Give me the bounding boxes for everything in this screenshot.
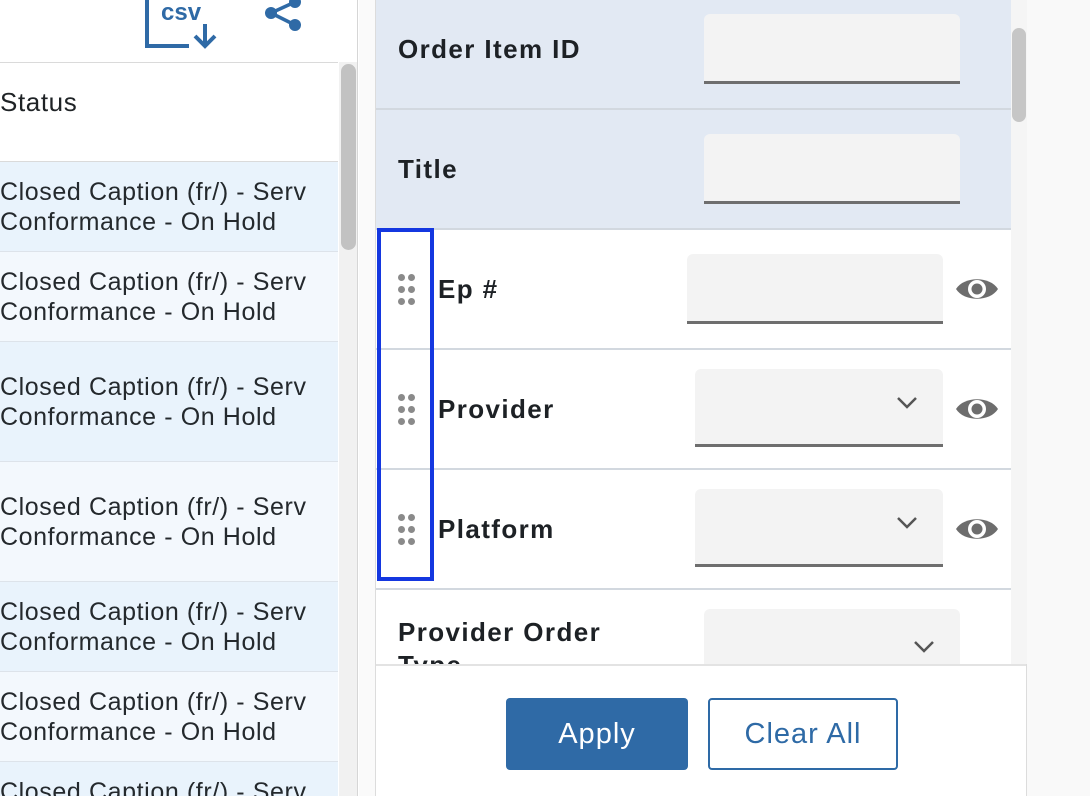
table-row[interactable]: Closed Caption (fr/) - Serv Conformance … bbox=[0, 342, 338, 462]
filter-label: Order Item ID bbox=[398, 34, 581, 64]
filter-row-title: Title bbox=[376, 110, 1011, 230]
table-row[interactable]: Closed Caption (fr/) - Serv Conformance … bbox=[0, 162, 338, 252]
chevron-down-icon bbox=[897, 517, 917, 529]
chevron-down-icon bbox=[897, 397, 917, 409]
table-row[interactable]: Closed Caption (fr/) - Serv bbox=[0, 762, 338, 796]
filter-row-provider: Provider bbox=[376, 350, 1011, 470]
visibility-eye-icon[interactable] bbox=[954, 274, 1000, 304]
panel-gap bbox=[359, 0, 375, 796]
title-input[interactable] bbox=[704, 134, 960, 204]
drag-handle-icon[interactable] bbox=[398, 514, 416, 546]
drag-handle-icon[interactable] bbox=[398, 274, 416, 306]
filter-row-ep-number: Ep # bbox=[376, 230, 1011, 350]
row-status-line1: Closed Caption (fr/) - Serv bbox=[0, 268, 307, 296]
row-status-line1: Closed Caption (fr/) - Serv bbox=[0, 778, 307, 796]
row-status-line1: Closed Caption (fr/) - Serv bbox=[0, 373, 307, 401]
chevron-down-icon bbox=[914, 641, 934, 653]
status-rows: Closed Caption (fr/) - Serv Conformance … bbox=[0, 162, 338, 796]
filter-label: Provider bbox=[438, 394, 555, 424]
table-row[interactable]: Closed Caption (fr/) - Serv Conformance … bbox=[0, 672, 338, 762]
provider-select[interactable] bbox=[695, 369, 943, 447]
row-status-line1: Closed Caption (fr/) - Serv bbox=[0, 493, 307, 521]
provider-order-type-select[interactable] bbox=[704, 609, 960, 664]
status-column-header[interactable]: Status bbox=[0, 62, 338, 162]
status-header-label: Status bbox=[0, 87, 78, 117]
filter-scrollbar-thumb[interactable] bbox=[1012, 28, 1026, 122]
table-scrollbar-thumb[interactable] bbox=[341, 64, 356, 250]
row-status-line2: Conformance - On Hold bbox=[0, 523, 277, 551]
filter-row-order-item-id: Order Item ID bbox=[376, 0, 1011, 110]
results-panel: csv Status Closed Caption (fr/) - Serv C… bbox=[0, 0, 358, 796]
share-icon[interactable] bbox=[262, 0, 304, 34]
visibility-eye-icon[interactable] bbox=[954, 394, 1000, 424]
row-status-line2: Conformance - On Hold bbox=[0, 718, 277, 746]
filter-row-provider-order-type: Provider Order Type bbox=[376, 590, 1011, 664]
table-row[interactable]: Closed Caption (fr/) - Serv Conformance … bbox=[0, 252, 338, 342]
visibility-eye-icon[interactable] bbox=[954, 514, 1000, 544]
order-item-id-input[interactable] bbox=[704, 14, 960, 84]
filter-scrollbar[interactable] bbox=[1011, 0, 1027, 664]
row-status-line2: Conformance - On Hold bbox=[0, 403, 277, 431]
table-scrollbar[interactable] bbox=[339, 62, 357, 796]
filter-label: Provider Order Type bbox=[398, 617, 602, 664]
filter-label: Platform bbox=[438, 514, 555, 544]
csv-download-icon[interactable]: csv bbox=[143, 0, 219, 52]
filter-row-platform: Platform bbox=[376, 470, 1011, 590]
row-status-line1: Closed Caption (fr/) - Serv bbox=[0, 688, 307, 716]
filter-label: Ep # bbox=[438, 274, 499, 304]
apply-button[interactable]: Apply bbox=[506, 698, 688, 770]
table-row[interactable]: Closed Caption (fr/) - Serv Conformance … bbox=[0, 462, 338, 582]
csv-icon-text: csv bbox=[161, 0, 202, 26]
row-status-line2: Conformance - On Hold bbox=[0, 298, 277, 326]
drag-handle-icon[interactable] bbox=[398, 394, 416, 426]
background-area bbox=[1027, 0, 1090, 796]
row-status-line2: Conformance - On Hold bbox=[0, 628, 277, 656]
filter-footer: Apply Clear All bbox=[376, 664, 1026, 796]
platform-select[interactable] bbox=[695, 489, 943, 567]
filter-panel: Order Item ID Title Ep # Provider Platfo… bbox=[375, 0, 1027, 796]
ep-number-input[interactable] bbox=[687, 254, 943, 324]
table-row[interactable]: Closed Caption (fr/) - Serv Conformance … bbox=[0, 582, 338, 672]
row-status-line2: Conformance - On Hold bbox=[0, 208, 277, 236]
row-status-line1: Closed Caption (fr/) - Serv bbox=[0, 178, 307, 206]
filter-list: Order Item ID Title Ep # Provider Platfo… bbox=[376, 0, 1012, 664]
row-status-line1: Closed Caption (fr/) - Serv bbox=[0, 598, 307, 626]
filter-label: Title bbox=[398, 154, 458, 184]
clear-all-button[interactable]: Clear All bbox=[708, 698, 898, 770]
